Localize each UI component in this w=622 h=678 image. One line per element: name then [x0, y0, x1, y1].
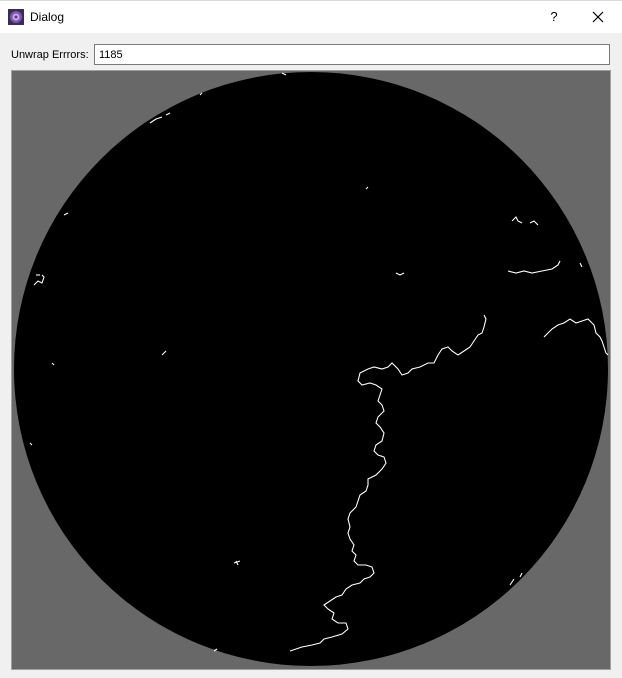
window-title: Dialog [30, 10, 65, 24]
app-logo-icon [8, 9, 24, 25]
phase-disc [14, 72, 608, 666]
unwrap-errors-field[interactable] [94, 44, 610, 65]
help-button[interactable]: ? [538, 1, 570, 33]
unwrap-errors-label: Unwrap Errrors: [11, 49, 89, 61]
dialog-window: Dialog ? Unwrap Errrors: [0, 0, 622, 678]
title-bar[interactable]: Dialog ? [0, 1, 622, 33]
error-map-canvas [14, 72, 609, 666]
close-icon[interactable] [582, 1, 614, 33]
unwrap-error-image [11, 70, 611, 670]
